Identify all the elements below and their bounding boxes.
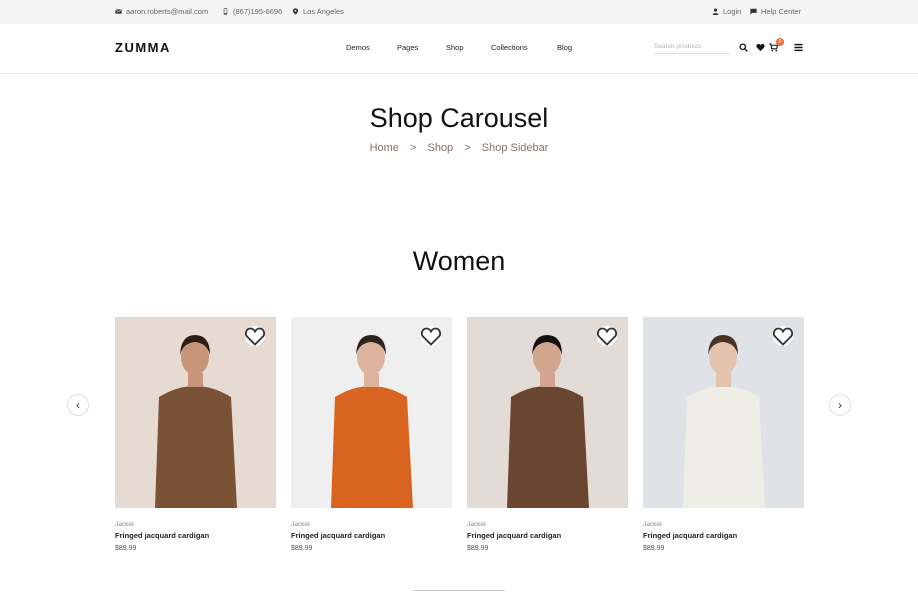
product-price: $89.99	[115, 545, 137, 552]
product-category[interactable]: Jacket	[467, 521, 486, 528]
product-category[interactable]: Jacket	[115, 521, 134, 528]
product-name[interactable]: Fringed jacquard cardigan	[115, 531, 209, 540]
menu-button[interactable]	[793, 42, 803, 52]
top-bar: aaron.roberts@mail.com (867)195-6696 Los…	[0, 0, 918, 24]
user-icon	[712, 8, 719, 15]
cart-count-badge: 0	[776, 38, 784, 46]
chat-icon	[750, 8, 757, 15]
location-text: Los Angeles	[303, 7, 344, 16]
nav-item-collections[interactable]: Collections	[491, 43, 528, 52]
phone-contact[interactable]: (867)195-6696	[222, 7, 282, 16]
product-card[interactable]: Jacket Fringed jacquard cardigan $89.99	[115, 317, 276, 557]
breadcrumb-separator: >	[464, 142, 471, 154]
heart-outline-icon	[421, 327, 441, 346]
search-input[interactable]: Search products	[654, 40, 730, 54]
product-name[interactable]: Fringed jacquard cardigan	[643, 531, 737, 540]
product-name[interactable]: Fringed jacquard cardigan	[467, 531, 561, 540]
wishlist-toggle[interactable]	[597, 326, 617, 346]
map-pin-icon	[292, 8, 299, 15]
breadcrumb-separator: >	[409, 142, 417, 154]
heart-outline-icon	[597, 327, 617, 346]
page-title: Shop Carousel	[369, 103, 549, 133]
breadcrumb-shop[interactable]: Shop	[427, 142, 453, 154]
heart-icon	[755, 43, 765, 51]
site-logo[interactable]: ZUMMA	[115, 40, 171, 55]
wishlist-toggle[interactable]	[245, 326, 265, 346]
heart-outline-icon	[245, 327, 265, 346]
divider	[413, 590, 505, 591]
product-category[interactable]: Jacket	[291, 521, 310, 528]
carousel-next-button[interactable]: ›	[829, 394, 851, 416]
login-link[interactable]: Login	[712, 7, 741, 16]
breadcrumb: Home > Shop > Shop Sidebar	[0, 142, 918, 154]
search-icon	[738, 42, 748, 52]
nav-item-demos[interactable]: Demos	[346, 43, 370, 52]
product-image[interactable]	[467, 317, 628, 508]
product-card[interactable]: Jacket Fringed jacquard cardigan $89.99	[643, 317, 804, 557]
product-card[interactable]: Jacket Fringed jacquard cardigan $89.99	[467, 317, 628, 557]
product-price: $89.99	[643, 545, 665, 552]
product-image[interactable]	[643, 317, 804, 508]
phone-icon	[223, 8, 228, 15]
nav-item-blog[interactable]: Blog	[557, 43, 572, 52]
wishlist-toggle[interactable]	[421, 326, 441, 346]
email-text: aaron.roberts@mail.com	[126, 7, 209, 16]
product-card[interactable]: Jacket Fringed jacquard cardigan $89.99	[291, 317, 452, 557]
product-price: $89.99	[467, 545, 489, 552]
carousel-prev-button[interactable]: ‹	[67, 394, 89, 416]
location-contact: Los Angeles	[292, 7, 344, 16]
phone-text: (867)195-6696	[233, 7, 283, 16]
hamburger-menu-icon	[793, 43, 803, 51]
help-center-link[interactable]: Help Center	[750, 7, 801, 16]
wishlist-toggle[interactable]	[773, 326, 793, 346]
help-label: Help Center	[761, 7, 802, 16]
login-label: Login	[723, 7, 742, 16]
product-name[interactable]: Fringed jacquard cardigan	[291, 531, 385, 540]
section-title: Women	[412, 246, 506, 276]
email-contact[interactable]: aaron.roberts@mail.com	[115, 7, 208, 16]
heart-outline-icon	[773, 327, 793, 346]
wishlist-button[interactable]	[755, 42, 765, 52]
product-image[interactable]	[291, 317, 452, 508]
product-image[interactable]	[115, 317, 276, 508]
main-header: ZUMMA Demos Pages Shop Collections Blog …	[0, 24, 918, 74]
product-category[interactable]: Jacket	[643, 521, 662, 528]
envelope-icon	[115, 9, 122, 14]
breadcrumb-home[interactable]: Home	[370, 142, 399, 154]
search-button[interactable]	[738, 42, 748, 52]
nav-item-shop[interactable]: Shop	[446, 43, 464, 52]
product-price: $89.99	[291, 545, 313, 552]
nav-item-pages[interactable]: Pages	[397, 43, 418, 52]
breadcrumb-current: Shop Sidebar	[481, 142, 549, 154]
